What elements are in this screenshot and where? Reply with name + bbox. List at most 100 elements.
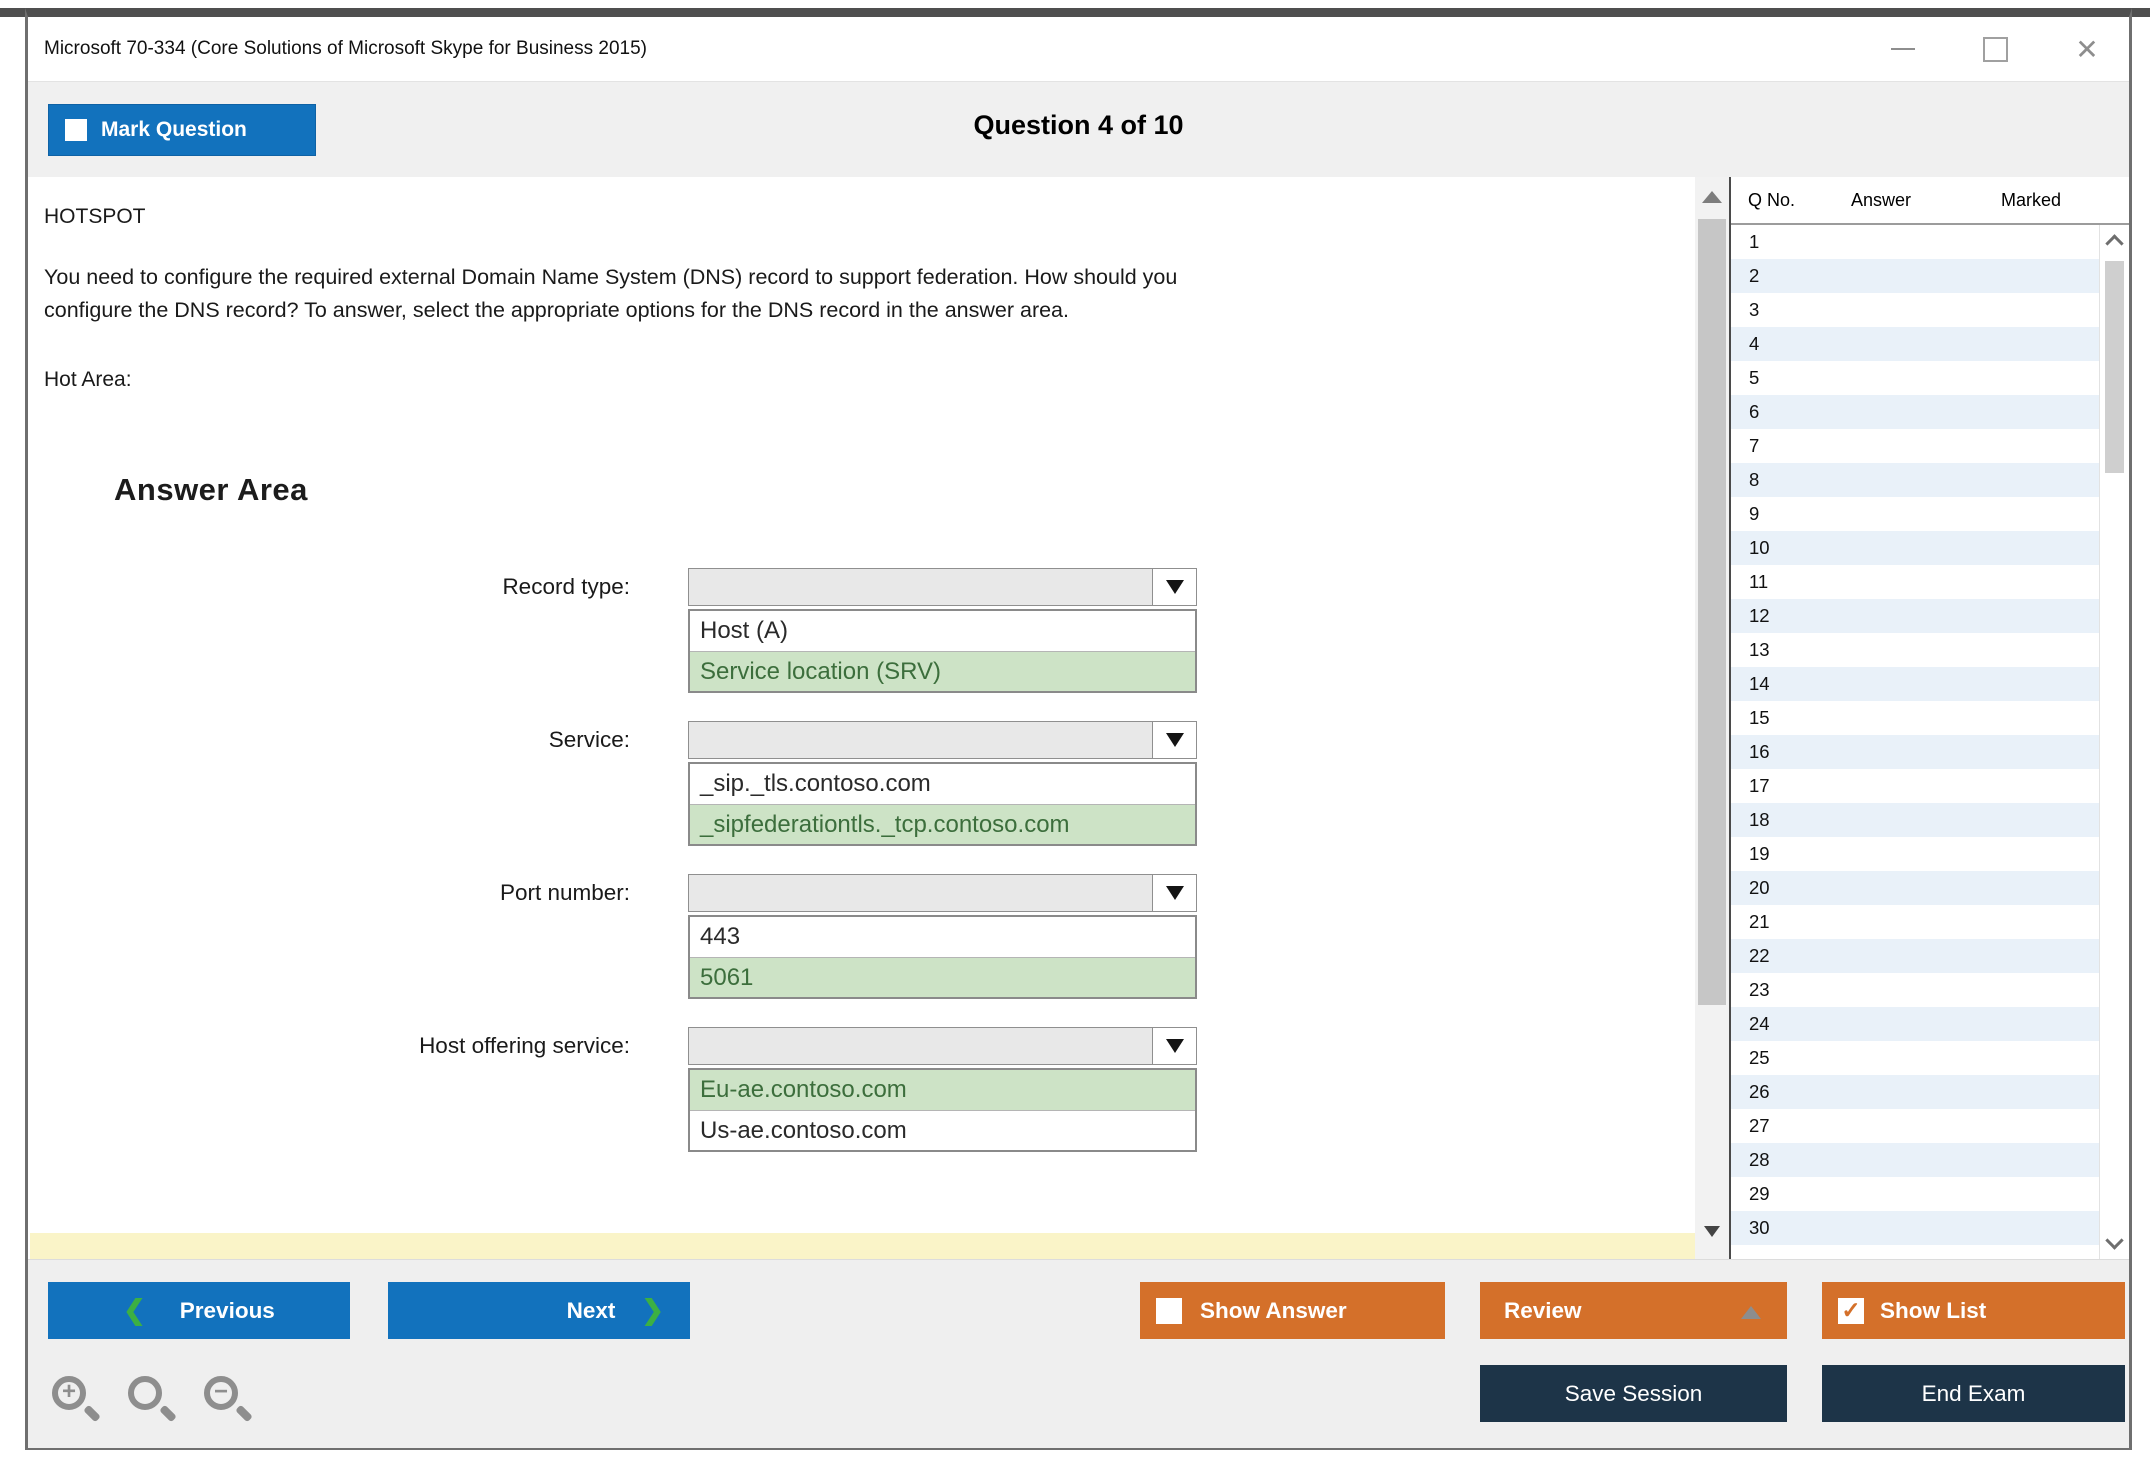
question-type-label: HOTSPOT (44, 205, 1695, 229)
save-session-button[interactable]: Save Session (1480, 1365, 1787, 1422)
question-text: You need to configure the required exter… (44, 261, 1194, 328)
main-scrollbar[interactable] (1695, 177, 1729, 1259)
question-list-row[interactable]: 24 (1731, 1007, 2129, 1041)
show-list-checkbox[interactable] (1838, 1298, 1864, 1324)
answer-field-row: Port number:4435061 (44, 874, 1695, 999)
question-list-row[interactable]: 23 (1731, 973, 2129, 1007)
dropdown-arrow-button[interactable] (1152, 569, 1196, 605)
question-list-body: 1234567891011121314151617181920212223242… (1731, 225, 2129, 1259)
chevron-down-icon (1166, 733, 1184, 747)
question-list-panel: Q No. Answer Marked 12345678910111213141… (1729, 177, 2129, 1259)
question-list-row[interactable]: 3 (1731, 293, 2129, 327)
question-list-row[interactable]: 22 (1731, 939, 2129, 973)
field-control: _sip._tls.contoso.com_sipfederationtls._… (688, 721, 1197, 846)
question-list-row[interactable]: 4 (1731, 327, 2129, 361)
dropdown-arrow-button[interactable] (1152, 1028, 1196, 1064)
previous-button[interactable]: Previous (48, 1282, 350, 1339)
question-list-row[interactable]: 10 (1731, 531, 2129, 565)
exam-window: Microsoft 70-334 (Core Solutions of Micr… (25, 8, 2132, 1450)
question-list-row[interactable]: 21 (1731, 905, 2129, 939)
question-counter: Question 4 of 10 (973, 110, 1183, 141)
option-item[interactable]: 443 (690, 917, 1195, 957)
column-qno: Q No. (1731, 190, 1851, 211)
question-list-row[interactable]: 16 (1731, 735, 2129, 769)
field-control: Host (A)Service location (SRV) (688, 568, 1197, 693)
option-item[interactable]: Host (A) (690, 611, 1195, 651)
question-list-row[interactable]: 29 (1731, 1177, 2129, 1211)
question-list-row[interactable]: 15 (1731, 701, 2129, 735)
minimize-icon[interactable] (1883, 29, 1923, 69)
zoom-out-icon[interactable] (204, 1376, 254, 1426)
zoom-controls (52, 1376, 254, 1426)
question-list-row[interactable]: 1 (1731, 225, 2129, 259)
question-list-row[interactable]: 6 (1731, 395, 2129, 429)
mark-question-checkbox[interactable] (65, 119, 87, 141)
option-item[interactable]: _sip._tls.contoso.com (690, 764, 1195, 804)
dropdown-arrow-button[interactable] (1152, 875, 1196, 911)
show-answer-checkbox[interactable] (1156, 1298, 1182, 1324)
question-list-row[interactable]: 26 (1731, 1075, 2129, 1109)
dropdown-host-offering-service[interactable] (688, 1027, 1197, 1065)
scroll-down-icon[interactable] (1704, 1226, 1720, 1237)
question-list-scrollbar[interactable] (2099, 225, 2129, 1259)
dropdown-value[interactable] (689, 1028, 1152, 1064)
dropdown-arrow-button[interactable] (1152, 722, 1196, 758)
dropdown-record-type[interactable] (688, 568, 1197, 606)
question-list-row[interactable]: 17 (1731, 769, 2129, 803)
next-button[interactable]: Next (388, 1282, 690, 1339)
field-control: Eu-ae.contoso.comUs-ae.contoso.com (688, 1027, 1197, 1152)
question-list-row[interactable]: 5 (1731, 361, 2129, 395)
question-list-row[interactable]: 8 (1731, 463, 2129, 497)
question-list-row[interactable]: 14 (1731, 667, 2129, 701)
option-item-highlighted[interactable]: _sipfederationtls._tcp.contoso.com (690, 804, 1195, 844)
option-item-highlighted[interactable]: Eu-ae.contoso.com (690, 1070, 1195, 1110)
question-list-row[interactable]: 28 (1731, 1143, 2129, 1177)
field-control: 4435061 (688, 874, 1197, 999)
scroll-down-icon[interactable] (2105, 1231, 2123, 1249)
save-session-label: Save Session (1565, 1381, 1703, 1407)
question-list-row[interactable]: 18 (1731, 803, 2129, 837)
mark-question-button[interactable]: Mark Question (48, 104, 316, 156)
dropdown-service[interactable] (688, 721, 1197, 759)
field-label-host-offering-service: Host offering service: (44, 1027, 688, 1152)
question-list-row[interactable]: 27 (1731, 1109, 2129, 1143)
question-list-row[interactable]: 12 (1731, 599, 2129, 633)
question-list-row[interactable]: 13 (1731, 633, 2129, 667)
field-label-port-number: Port number: (44, 874, 688, 999)
show-list-button[interactable]: Show List (1822, 1282, 2125, 1339)
question-list-row[interactable]: 7 (1731, 429, 2129, 463)
dropdown-port-number[interactable] (688, 874, 1197, 912)
triangle-up-icon (1741, 1306, 1761, 1319)
maximize-icon[interactable] (1975, 29, 2015, 69)
question-list-row[interactable]: 9 (1731, 497, 2129, 531)
option-item-highlighted[interactable]: 5061 (690, 957, 1195, 997)
question-list-scrollbar-thumb[interactable] (2105, 261, 2124, 473)
question-panel: HOTSPOT You need to configure the requir… (28, 177, 1695, 1259)
question-list-row[interactable]: 20 (1731, 871, 2129, 905)
scroll-up-icon[interactable] (1702, 191, 1722, 203)
answer-field-row: Host offering service:Eu-ae.contoso.comU… (44, 1027, 1695, 1152)
question-list-row[interactable]: 30 (1731, 1211, 2129, 1245)
chevron-down-icon (1166, 886, 1184, 900)
zoom-reset-icon[interactable] (128, 1376, 178, 1426)
previous-label: Previous (180, 1298, 275, 1324)
dropdown-value[interactable] (689, 875, 1152, 911)
column-marked: Marked (2001, 190, 2129, 211)
option-item-highlighted[interactable]: Service location (SRV) (690, 651, 1195, 691)
answer-area-title: Answer Area (114, 472, 1695, 508)
field-label-service: Service: (44, 721, 688, 846)
scroll-up-icon[interactable] (2105, 234, 2123, 252)
end-exam-button[interactable]: End Exam (1822, 1365, 2125, 1422)
question-list-row[interactable]: 19 (1731, 837, 2129, 871)
review-button[interactable]: Review (1480, 1282, 1787, 1339)
dropdown-value[interactable] (689, 722, 1152, 758)
question-list-row[interactable]: 25 (1731, 1041, 2129, 1075)
option-item[interactable]: Us-ae.contoso.com (690, 1110, 1195, 1150)
zoom-in-icon[interactable] (52, 1376, 102, 1426)
question-list-row[interactable]: 2 (1731, 259, 2129, 293)
question-list-row[interactable]: 11 (1731, 565, 2129, 599)
close-icon[interactable] (2067, 29, 2107, 69)
main-scrollbar-thumb[interactable] (1698, 219, 1726, 1005)
show-answer-button[interactable]: Show Answer (1140, 1282, 1445, 1339)
dropdown-value[interactable] (689, 569, 1152, 605)
